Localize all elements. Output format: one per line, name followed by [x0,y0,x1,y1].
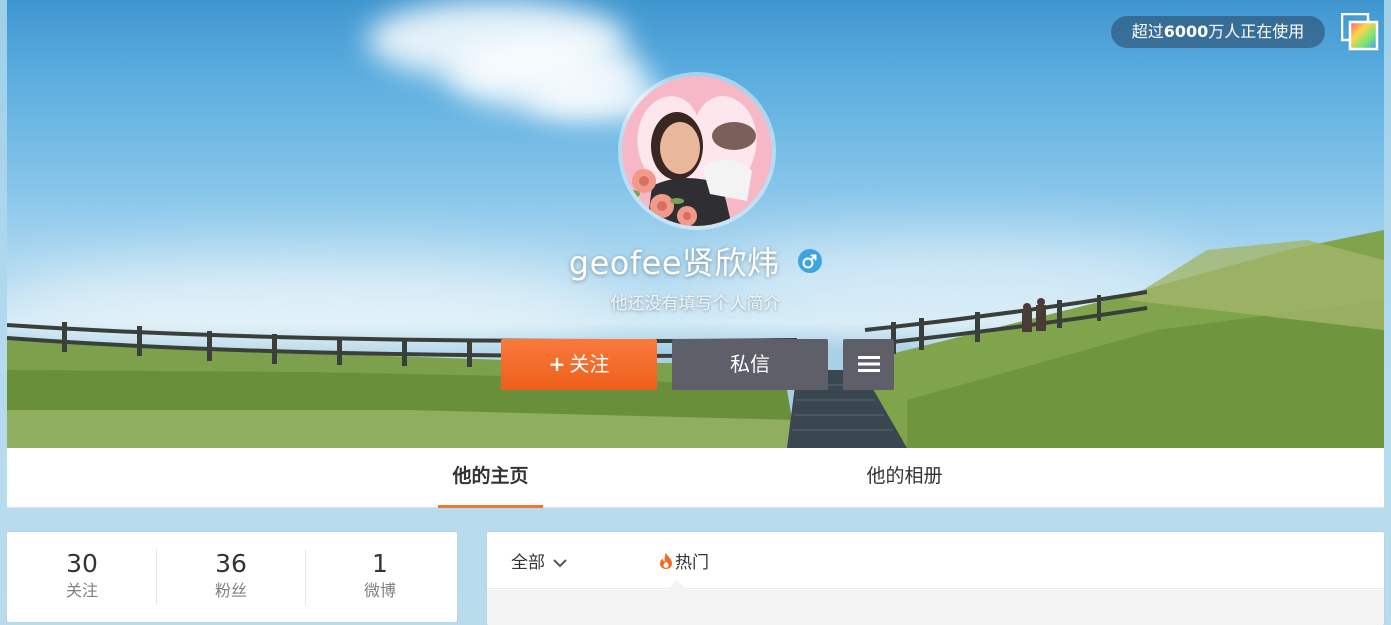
tab-home[interactable]: 他的主页 [438,448,543,508]
follow-button[interactable]: + 关注 [501,339,657,390]
stat-following-label: 关注 [65,581,98,600]
message-label: 私信 [730,352,770,376]
message-button[interactable]: 私信 [672,339,828,390]
stat-followers-count: 36 [215,549,247,578]
user-count-badge: 超过6000万人正在使用 [1111,16,1325,48]
badge-count: 6000 [1163,22,1209,41]
flame-icon [660,553,672,569]
male-icon [798,249,823,273]
cover-switch-icon[interactable] [1341,13,1379,51]
stats-card: 30 关注 36 粉丝 1 微博 [7,532,457,622]
avatar-photo [622,76,772,226]
profile-intro: 他还没有填写个人简介 [610,294,781,314]
stat-posts-count: 1 [372,549,388,578]
tab-album[interactable]: 他的相册 [852,448,957,508]
profile-page: 超过6000万人正在使用 geofee贤欣炜 他还没有填写个人简介 + 关注 私… [0,0,1391,625]
nickname-row: geofee贤欣炜 [0,238,1391,284]
chevron-down-icon [553,558,567,567]
profile-tabs: 他的主页 他的相册 [7,448,1384,508]
badge-suffix: 万人正在使用 [1208,22,1305,41]
feed-filter-label: 全部 [511,553,545,573]
plus-icon: + [548,352,566,376]
nickname: geofee贤欣炜 [568,244,780,282]
badge-prefix: 超过 [1131,22,1164,41]
feed-filter-dropdown[interactable]: 全部 [511,548,567,573]
stat-followers-label: 粉丝 [214,581,247,600]
stat-following-count: 30 [66,549,98,578]
stat-following[interactable]: 30 关注 [7,550,157,604]
active-tab-caret [667,580,687,590]
follow-label: 关注 [569,352,610,376]
stat-followers[interactable]: 36 粉丝 [156,550,306,604]
stat-posts[interactable]: 1 微博 [305,550,455,604]
feed-body [487,590,1384,625]
feed-header: 全部 热门 [487,532,1384,590]
stat-posts-label: 微博 [363,581,396,600]
more-button[interactable] [843,339,894,390]
avatar[interactable] [622,76,772,226]
feed-hot-tab[interactable]: 热门 [659,548,709,573]
menu-icon [857,356,880,372]
feed-card: 全部 热门 [487,532,1384,625]
feed-hot-label: 热门 [675,553,709,573]
